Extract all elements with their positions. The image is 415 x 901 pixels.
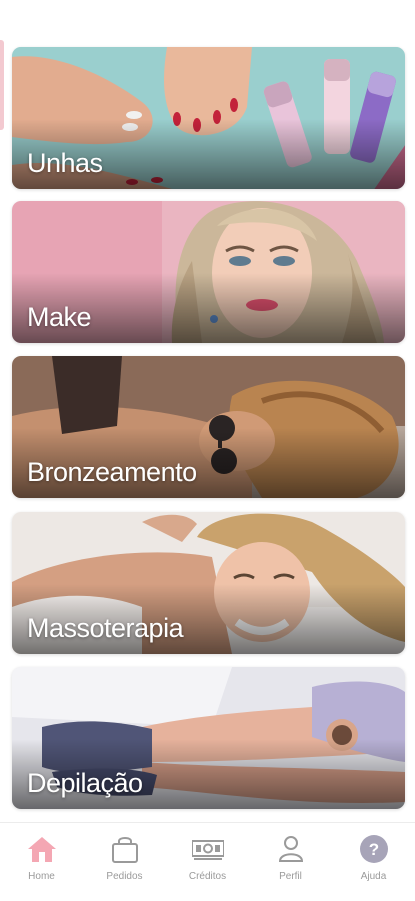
tab-home[interactable]: Home: [0, 823, 83, 901]
help-glyph: ?: [369, 840, 379, 859]
money-icon: [192, 840, 224, 860]
tab-orders[interactable]: Pedidos: [83, 823, 166, 901]
category-label: Massoterapia: [27, 613, 184, 643]
bottom-tab-bar: Home Pedidos Créditos Perfil ? Ajuda: [0, 822, 415, 901]
category-label: Make: [27, 302, 92, 332]
tab-orders-label: Pedidos: [106, 871, 143, 882]
category-label: Depilação: [27, 768, 143, 798]
category-card-depilacao[interactable]: Depilação: [12, 667, 405, 809]
user-icon: [278, 836, 304, 862]
category-label: Bronzeamento: [27, 457, 197, 487]
category-card-massoterapia[interactable]: Massoterapia: [12, 512, 405, 654]
category-label: Unhas: [27, 148, 103, 178]
tab-credits[interactable]: Créditos: [166, 823, 249, 901]
home-icon: [28, 837, 56, 862]
tab-profile[interactable]: Perfil: [249, 823, 332, 901]
category-card-make[interactable]: Make: [12, 201, 405, 343]
help-icon: ?: [360, 835, 388, 863]
tab-help[interactable]: ? Ajuda: [332, 823, 415, 901]
tab-home-label: Home: [28, 871, 55, 882]
tab-help-label: Ajuda: [360, 871, 387, 882]
category-card-unhas[interactable]: Unhas: [12, 47, 405, 189]
category-card-bronzeamento[interactable]: Bronzeamento: [12, 356, 405, 498]
tab-credits-label: Créditos: [188, 871, 227, 882]
shopping-bag-icon: [112, 837, 138, 863]
left-edge-indicator: [0, 40, 4, 130]
tab-profile-label: Perfil: [279, 871, 302, 882]
